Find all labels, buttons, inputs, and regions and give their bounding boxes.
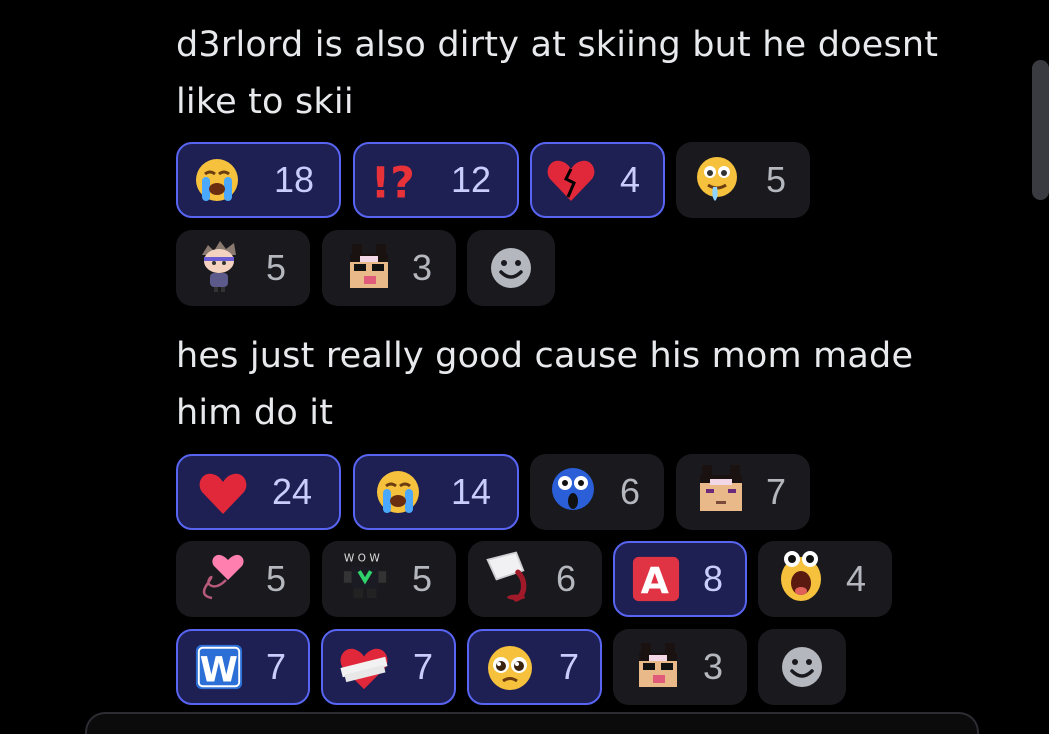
loudly-crying-face-icon (192, 155, 242, 205)
svg-text:A: A (641, 559, 670, 602)
reaction-drooling[interactable]: 5 (676, 142, 810, 218)
letter-a-button-icon: A (631, 554, 681, 604)
block-face-icon (696, 464, 746, 514)
anime-character-sticker-icon (194, 240, 244, 292)
svg-text:!?: !? (371, 158, 415, 204)
reaction-count: 6 (556, 558, 577, 599)
message-input-edge[interactable] (85, 712, 979, 734)
reaction-pleading[interactable]: 7 (467, 629, 602, 705)
reaction-count: 14 (451, 471, 492, 512)
svg-text:W O W: W O W (344, 553, 380, 565)
message-1: d3rlord is also dirty at skiing but he d… (176, 17, 976, 131)
reaction-count: 3 (703, 646, 724, 687)
reaction-count: 5 (266, 247, 287, 288)
drooling-face-icon (692, 154, 742, 204)
reaction-count: 7 (266, 646, 287, 687)
reaction-count: 7 (413, 646, 434, 687)
pleading-face-icon (485, 643, 535, 693)
wow-sticker-icon: W O W (340, 551, 390, 601)
reaction-count: 3 (412, 247, 433, 288)
spilling-cup-icon (484, 549, 534, 602)
reaction-anime-character[interactable]: 5 (176, 230, 310, 306)
bandaged-heart-icon (339, 643, 389, 693)
reaction-sunglasses-block[interactable]: 3 (322, 230, 456, 306)
reaction-count: 8 (703, 558, 724, 599)
reaction-wow-sticker[interactable]: W O W 5 (322, 541, 456, 617)
screaming-yellow-face-icon (776, 551, 826, 601)
reaction-loudly-crying[interactable]: 18 (176, 142, 341, 218)
sunglasses-block-face-icon (344, 242, 394, 292)
reaction-heart-balloon[interactable]: 5 (176, 541, 310, 617)
scrollbar-thumb[interactable] (1032, 60, 1049, 200)
reaction-loudly-crying-2[interactable]: 14 (353, 454, 519, 530)
reaction-count: 7 (766, 471, 787, 512)
reaction-broken-heart[interactable]: 4 (530, 142, 665, 218)
message-text: hes just really good cause his mom made … (176, 336, 914, 433)
message-2: hes just really good cause his mom made … (176, 328, 976, 442)
reaction-shocked-blue[interactable]: 6 (530, 454, 664, 530)
reaction-count: 7 (559, 646, 580, 687)
heart-balloon-icon (196, 553, 246, 603)
reaction-count: 5 (766, 159, 787, 200)
red-heart-icon (198, 468, 248, 518)
reaction-red-heart[interactable]: 24 (176, 454, 341, 530)
reaction-bandaged-heart[interactable]: 7 (321, 629, 456, 705)
reaction-letter-a[interactable]: A 8 (613, 541, 747, 617)
reaction-count: 5 (266, 558, 287, 599)
shocked-blue-face-icon (548, 466, 598, 516)
sunglasses-block-face-icon (633, 641, 683, 691)
reaction-count: 6 (620, 471, 641, 512)
reaction-count: 4 (620, 159, 641, 200)
smiley-add-icon (489, 246, 533, 290)
reaction-count: 5 (412, 558, 433, 599)
reaction-count: 18 (274, 159, 315, 200)
reaction-block-face[interactable]: 7 (676, 454, 810, 530)
add-reaction-button[interactable] (467, 230, 555, 306)
broken-heart-icon (546, 155, 596, 205)
smiley-add-icon (780, 645, 824, 689)
reaction-count: 12 (451, 159, 492, 200)
loudly-crying-face-icon (373, 467, 423, 517)
add-reaction-button[interactable] (758, 629, 846, 705)
letter-w-button-icon: W (194, 642, 244, 692)
reaction-spilling-cup[interactable]: 6 (468, 541, 602, 617)
reaction-screaming[interactable]: 4 (758, 541, 892, 617)
svg-text:W: W (200, 650, 238, 690)
reaction-interrobang[interactable]: !? 12 (353, 142, 519, 218)
reaction-count: 24 (272, 471, 313, 512)
reaction-letter-w[interactable]: W 7 (176, 629, 310, 705)
reaction-count: 4 (846, 558, 867, 599)
reaction-sunglasses-block-2[interactable]: 3 (613, 629, 747, 705)
message-text: d3rlord is also dirty at skiing but he d… (176, 25, 939, 122)
interrobang-icon: !? (369, 155, 419, 205)
